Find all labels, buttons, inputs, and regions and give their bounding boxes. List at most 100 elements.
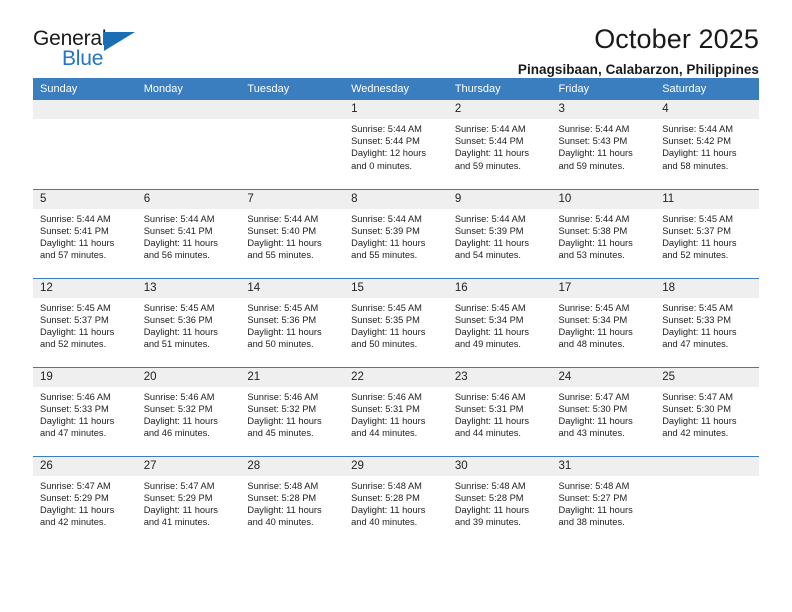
calendar-day-cell[interactable]: 21 Sunrise: 5:46 AM Sunset: 5:32 PM Dayligh… [240, 366, 345, 456]
day-detail-sunrise: Sunrise: 5:48 AM [351, 480, 422, 491]
day-detail-sunset: Sunset: 5:31 PM [454, 403, 524, 414]
day-number: 26 [33, 456, 137, 476]
day-details: Sunrise: 5:45 AM Sunset: 5:37 PM Daylight:… [655, 209, 759, 262]
calendar-day-cell[interactable]: 26 Sunrise: 5:47 AM Sunset: 5:29 PM Dayligh… [33, 455, 137, 545]
day-number: 21 [240, 367, 345, 387]
calendar-day-cell[interactable]: 27 Sunrise: 5:47 AM Sunset: 5:29 PM Dayligh… [136, 455, 241, 545]
day-detail-sunset: Sunset: 5:34 PM [454, 314, 524, 325]
day-detail-daylight2: and 39 minutes. [454, 517, 521, 528]
day-detail-daylight2: and 47 minutes. [662, 339, 729, 350]
calendar-day-cell[interactable]: 22 Sunrise: 5:46 AM Sunset: 5:31 PM Dayligh… [344, 366, 448, 456]
day-detail-sunset: Sunset: 5:28 PM [247, 492, 317, 503]
day-detail-sunrise: Sunrise: 5:44 AM [143, 213, 215, 224]
calendar-week-row: 5 Sunrise: 5:44 AM Sunset: 5:41 PM Daylight… [33, 188, 759, 278]
day-detail-daylight2: and 38 minutes. [558, 517, 625, 528]
calendar-day-cell[interactable]: 16 Sunrise: 5:45 AM Sunset: 5:34 PM Dayligh… [447, 277, 552, 367]
calendar-day-cell[interactable]: 3 Sunrise: 5:44 AM Sunset: 5:43 PM Daylight… [551, 100, 656, 189]
day-number: 10 [551, 189, 656, 209]
calendar-day-cell[interactable]: 31 Sunrise: 5:48 AM Sunset: 5:27 PM Dayligh… [551, 455, 656, 545]
calendar-day-cell-empty [240, 100, 345, 189]
day-detail-sunset: Sunset: 5:32 PM [247, 403, 317, 414]
day-detail-sunrise: Sunrise: 5:44 AM [40, 213, 111, 224]
day-detail-daylight1: Daylight: 11 hours [351, 237, 426, 248]
weekday-header-wednesday: Wednesday [344, 78, 448, 100]
calendar-day-cell[interactable]: 10 Sunrise: 5:44 AM Sunset: 5:38 PM Dayligh… [551, 188, 656, 278]
day-detail-daylight1: Daylight: 11 hours [247, 504, 322, 515]
day-detail-daylight1: Daylight: 11 hours [40, 326, 115, 337]
calendar-day-cell[interactable]: 5 Sunrise: 5:44 AM Sunset: 5:41 PM Daylight… [33, 188, 137, 278]
calendar-day-cell[interactable]: 11 Sunrise: 5:45 AM Sunset: 5:37 PM Dayligh… [655, 188, 759, 278]
day-details: Sunrise: 5:48 AM Sunset: 5:28 PM Daylight:… [240, 476, 344, 529]
day-number: 28 [240, 456, 345, 476]
day-details: Sunrise: 5:48 AM Sunset: 5:28 PM Daylight:… [448, 476, 552, 529]
day-details: Sunrise: 5:48 AM Sunset: 5:28 PM Daylight:… [344, 476, 448, 529]
day-detail-daylight1: Daylight: 11 hours [662, 415, 737, 426]
calendar-day-cell[interactable]: 24 Sunrise: 5:47 AM Sunset: 5:30 PM Dayligh… [551, 366, 656, 456]
day-detail-daylight2: and 46 minutes. [143, 428, 210, 439]
calendar-day-cell[interactable]: 8 Sunrise: 5:44 AM Sunset: 5:39 PM Daylight… [344, 188, 448, 278]
day-detail-daylight2: and 53 minutes. [558, 250, 625, 261]
calendar-day-cell[interactable]: 23 Sunrise: 5:46 AM Sunset: 5:31 PM Dayligh… [447, 366, 552, 456]
day-details: Sunrise: 5:44 AM Sunset: 5:44 PM Daylight:… [448, 119, 552, 172]
calendar-day-cell[interactable]: 19 Sunrise: 5:46 AM Sunset: 5:33 PM Dayligh… [33, 366, 137, 456]
day-details: Sunrise: 5:44 AM Sunset: 5:39 PM Daylight:… [448, 209, 552, 262]
day-number: 27 [136, 456, 241, 476]
day-detail-sunrise: Sunrise: 5:44 AM [247, 213, 319, 224]
calendar-day-cell[interactable]: 20 Sunrise: 5:46 AM Sunset: 5:32 PM Dayligh… [136, 366, 241, 456]
calendar-day-cell[interactable]: 1 Sunrise: 5:44 AM Sunset: 5:44 PM Daylight… [344, 100, 448, 189]
day-detail-sunset: Sunset: 5:41 PM [40, 225, 109, 236]
day-detail-daylight1: Daylight: 11 hours [143, 326, 218, 337]
calendar-day-cell[interactable]: 17 Sunrise: 5:45 AM Sunset: 5:34 PM Dayligh… [551, 277, 656, 367]
calendar-page: General Blue October 2025 Pinagsibaan, C… [0, 0, 792, 612]
calendar-table: Sunday Monday Tuesday Wednesday Thursday… [33, 78, 759, 545]
day-detail-daylight2: and 54 minutes. [454, 250, 521, 261]
day-details: Sunrise: 5:47 AM Sunset: 5:29 PM Daylight:… [33, 476, 137, 529]
calendar-day-cell[interactable]: 15 Sunrise: 5:45 AM Sunset: 5:35 PM Dayligh… [344, 277, 448, 367]
day-detail-daylight2: and 59 minutes. [558, 160, 625, 171]
calendar-day-cell-empty [136, 100, 241, 189]
day-detail-daylight1: Daylight: 11 hours [454, 415, 530, 426]
calendar-day-cell[interactable]: 14 Sunrise: 5:45 AM Sunset: 5:36 PM Dayligh… [240, 277, 345, 367]
calendar-day-cell[interactable]: 13 Sunrise: 5:45 AM Sunset: 5:36 PM Dayligh… [136, 277, 241, 367]
day-detail-sunset: Sunset: 5:28 PM [454, 492, 524, 503]
calendar-day-cell[interactable]: 18 Sunrise: 5:45 AM Sunset: 5:33 PM Dayligh… [655, 277, 759, 367]
day-number: 1 [344, 100, 448, 119]
day-detail-sunset: Sunset: 5:39 PM [454, 225, 524, 236]
day-number: 9 [447, 189, 552, 209]
day-detail-daylight2: and 50 minutes. [351, 339, 418, 350]
day-detail-sunset: Sunset: 5:27 PM [558, 492, 628, 503]
calendar-day-cell[interactable]: 7 Sunrise: 5:44 AM Sunset: 5:40 PM Daylight… [240, 188, 345, 278]
day-number [33, 100, 137, 119]
calendar-day-cell[interactable]: 2 Sunrise: 5:44 AM Sunset: 5:44 PM Daylight… [447, 100, 552, 189]
calendar-day-cell[interactable]: 30 Sunrise: 5:48 AM Sunset: 5:28 PM Dayligh… [447, 455, 552, 545]
day-detail-sunset: Sunset: 5:38 PM [558, 225, 628, 236]
day-number: 2 [447, 100, 552, 119]
day-detail-daylight1: Daylight: 11 hours [558, 504, 633, 515]
calendar-day-cell[interactable]: 6 Sunrise: 5:44 AM Sunset: 5:41 PM Daylight… [136, 188, 241, 278]
calendar-day-cell[interactable]: 9 Sunrise: 5:44 AM Sunset: 5:39 PM Daylight… [447, 188, 552, 278]
calendar-day-cell[interactable]: 4 Sunrise: 5:44 AM Sunset: 5:42 PM Daylight… [655, 100, 759, 189]
day-number: 14 [240, 278, 345, 298]
day-detail-daylight2: and 44 minutes. [351, 428, 418, 439]
day-detail-sunset: Sunset: 5:32 PM [143, 403, 213, 414]
day-detail-daylight2: and 42 minutes. [40, 517, 107, 528]
day-detail-daylight2: and 40 minutes. [351, 517, 418, 528]
day-detail-sunrise: Sunrise: 5:47 AM [558, 391, 630, 402]
general-blue-logo[interactable]: General Blue [33, 22, 153, 74]
day-detail-sunset: Sunset: 5:37 PM [40, 314, 109, 325]
day-detail-daylight1: Daylight: 11 hours [558, 148, 633, 159]
day-detail-sunset: Sunset: 5:36 PM [247, 314, 317, 325]
day-detail-sunset: Sunset: 5:42 PM [662, 136, 731, 147]
calendar-day-cell[interactable]: 12 Sunrise: 5:45 AM Sunset: 5:37 PM Dayligh… [33, 277, 137, 367]
calendar-day-cell[interactable]: 28 Sunrise: 5:48 AM Sunset: 5:28 PM Dayligh… [240, 455, 345, 545]
calendar-day-cell[interactable]: 25 Sunrise: 5:47 AM Sunset: 5:30 PM Dayligh… [655, 366, 759, 456]
day-detail-daylight2: and 59 minutes. [454, 160, 521, 171]
day-detail-daylight2: and 57 minutes. [40, 250, 107, 261]
day-detail-sunrise: Sunrise: 5:45 AM [247, 302, 319, 313]
day-number: 25 [655, 367, 759, 387]
day-number: 23 [447, 367, 552, 387]
day-details: Sunrise: 5:44 AM Sunset: 5:38 PM Daylight:… [552, 209, 656, 262]
calendar-day-cell[interactable]: 29 Sunrise: 5:48 AM Sunset: 5:28 PM Dayligh… [344, 455, 448, 545]
day-detail-sunset: Sunset: 5:37 PM [662, 225, 731, 236]
day-detail-daylight1: Daylight: 11 hours [351, 326, 426, 337]
